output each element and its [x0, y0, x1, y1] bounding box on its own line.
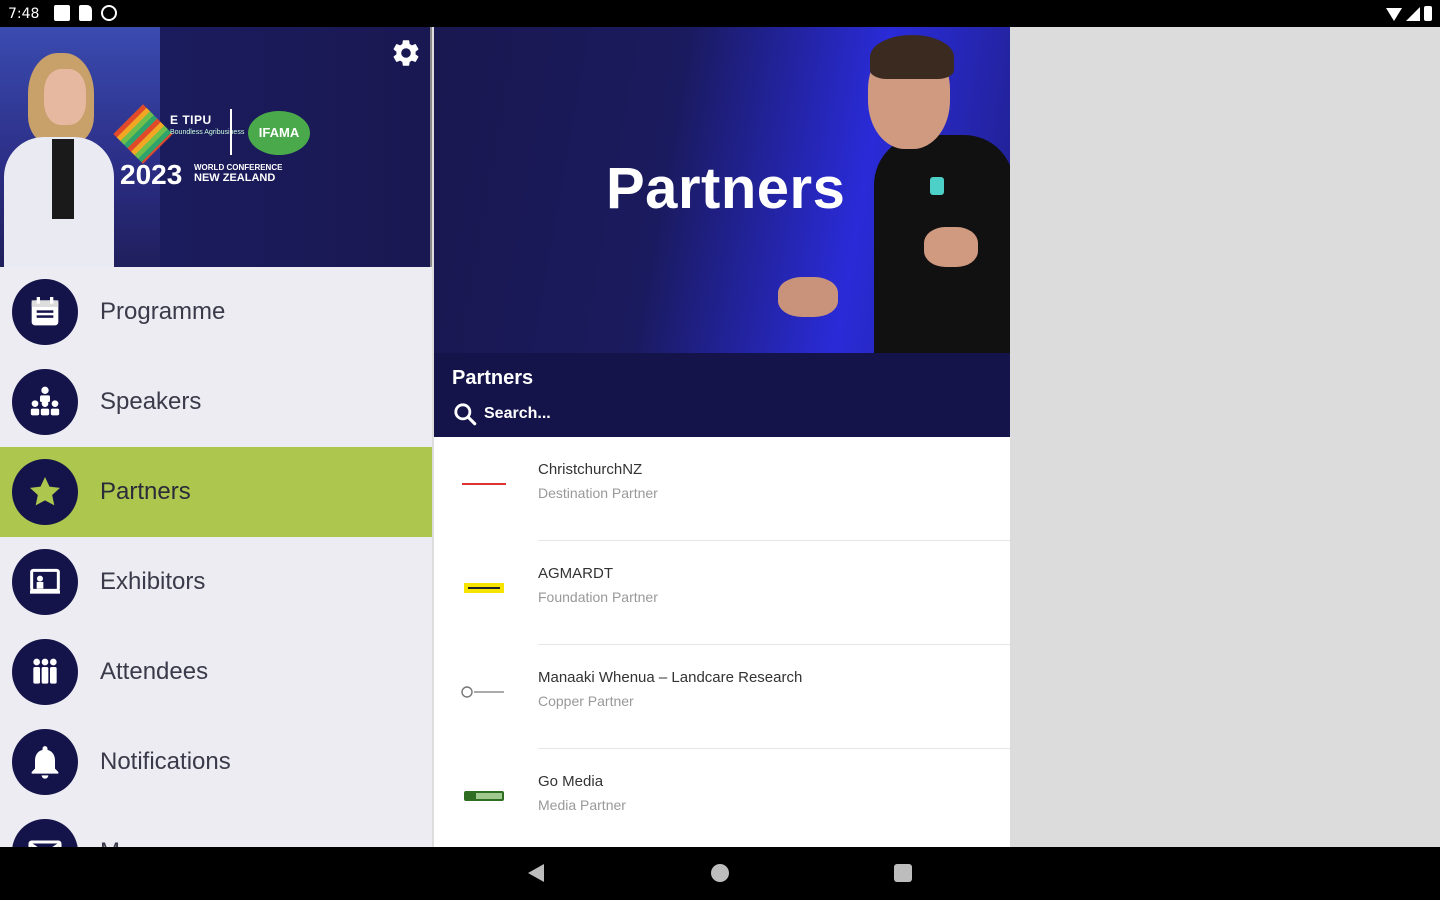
partner-name: ChristchurchNZ — [538, 461, 643, 478]
signal-icon — [1406, 7, 1420, 21]
menu-item-attendees[interactable]: Attendees — [0, 627, 432, 717]
status-bar: 7:48 — [0, 0, 1440, 27]
menu-item-label: Partners — [100, 478, 191, 505]
etipu-logo-icon — [113, 104, 173, 164]
partners-panel: Partners Partners ChristchurchNZ Destina… — [432, 27, 1010, 847]
sync-icon — [101, 5, 117, 21]
recent-apps-icon[interactable] — [894, 864, 912, 882]
list-title: Partners — [452, 367, 534, 389]
detail-pane-empty — [1010, 27, 1440, 847]
christchurchnz-logo-icon — [462, 483, 506, 485]
menu-item-messages[interactable]: M — [0, 807, 432, 847]
speakers-icon — [12, 369, 78, 435]
navigation-drawer: E TIPU Boundless Agribusiness IFAMA 2023… — [0, 27, 432, 847]
exhibitor-icon — [12, 549, 78, 615]
sd-card-icon — [79, 5, 92, 21]
menu-item-label: M — [100, 838, 120, 847]
partner-name: AGMARDT — [538, 565, 613, 582]
menu-item-label: Programme — [100, 298, 226, 325]
drawer-menu: Programme Speakers Partners Exhibitors A… — [0, 267, 432, 847]
partner-role: Destination Partner — [538, 485, 658, 501]
ifama-logo: IFAMA — [248, 111, 310, 155]
conference-logo: E TIPU Boundless Agribusiness IFAMA 2023… — [113, 104, 320, 197]
partner-name: Go Media — [538, 773, 604, 790]
hero-title: Partners — [606, 156, 846, 221]
back-icon[interactable] — [528, 864, 544, 882]
agmardt-logo-icon — [464, 583, 504, 593]
partner-name: Manaaki Whenua – Landcare Research — [538, 669, 803, 686]
search-icon[interactable] — [452, 401, 478, 427]
attendees-icon — [12, 639, 78, 705]
menu-item-label: Exhibitors — [100, 568, 206, 595]
hero-banner: Partners — [434, 27, 1010, 353]
wifi-icon — [1386, 8, 1402, 21]
list-item-partner[interactable]: ChristchurchNZ Destination Partner — [434, 437, 1010, 541]
list-item-partner[interactable]: AGMARDT Foundation Partner — [434, 541, 1010, 645]
menu-item-exhibitors[interactable]: Exhibitors — [0, 537, 432, 627]
menu-item-partners[interactable]: Partners — [0, 447, 432, 537]
partner-role: Media Partner — [538, 797, 626, 813]
star-icon — [12, 459, 78, 525]
menu-item-speakers[interactable]: Speakers — [0, 357, 432, 447]
logo-year: 2023 — [120, 159, 183, 190]
settings-gear-icon[interactable] — [390, 37, 422, 69]
mail-icon — [12, 819, 78, 847]
menu-item-label: Notifications — [100, 748, 231, 775]
go-media-logo-icon — [464, 791, 504, 801]
battery-icon — [1424, 6, 1432, 21]
status-time: 7:48 — [8, 6, 40, 22]
calendar-icon — [12, 279, 78, 345]
list-item-partner[interactable]: Go Media Media Partner — [434, 749, 1010, 847]
home-icon[interactable] — [711, 864, 729, 882]
menu-item-programme[interactable]: Programme — [0, 267, 432, 357]
partner-list: ChristchurchNZ Destination Partner AGMAR… — [434, 437, 1010, 847]
menu-item-label: Speakers — [100, 388, 202, 415]
message-icon — [54, 5, 70, 21]
menu-item-notifications[interactable]: Notifications — [0, 717, 432, 807]
partner-role: Foundation Partner — [538, 589, 658, 605]
bell-icon — [12, 729, 78, 795]
menu-item-label: Attendees — [100, 658, 209, 685]
search-input[interactable] — [484, 401, 884, 427]
partner-role: Copper Partner — [538, 693, 634, 709]
list-item-partner[interactable]: Manaaki Whenua – Landcare Research Coppe… — [434, 645, 1010, 749]
drawer-header: E TIPU Boundless Agribusiness IFAMA 2023… — [0, 27, 432, 267]
landcare-logo-icon — [461, 686, 504, 698]
list-header: Partners — [434, 353, 1010, 437]
